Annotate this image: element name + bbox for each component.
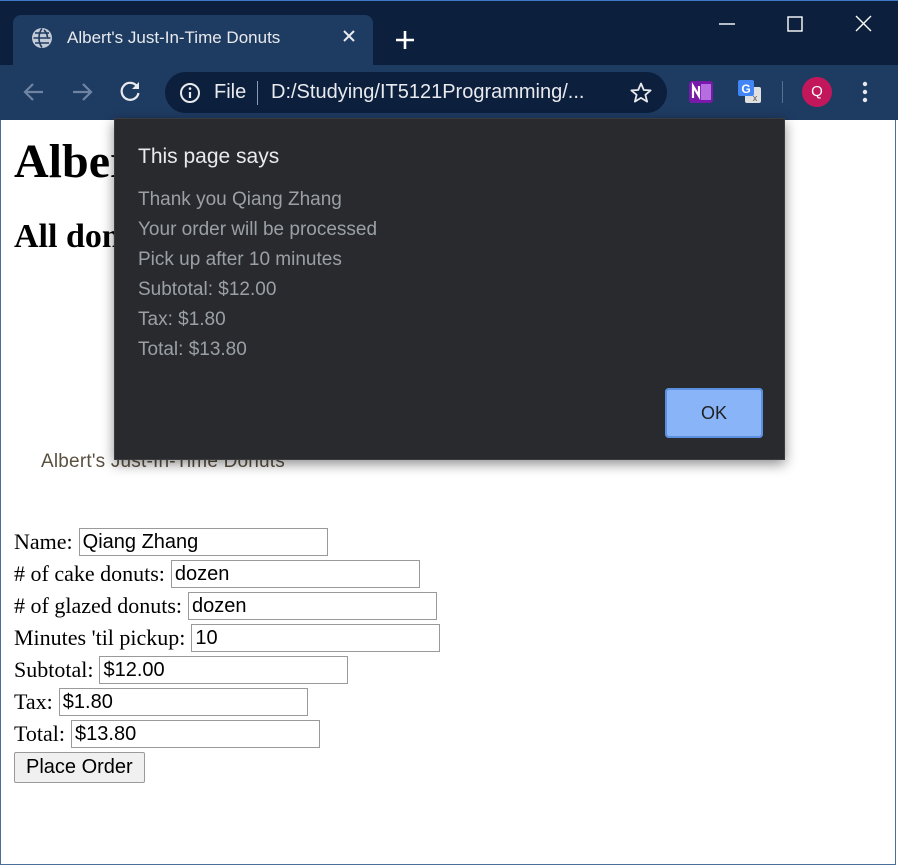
subtotal-label: Subtotal:: [14, 657, 94, 682]
cake-donuts-row: # of cake donuts:: [14, 558, 420, 590]
globe-icon: [32, 28, 52, 48]
cake-donuts-label: # of cake donuts:: [14, 561, 165, 586]
tax-row: Tax:: [14, 686, 308, 718]
alert-dialog: This page says Thank you Qiang Zhang You…: [114, 118, 785, 460]
forward-icon[interactable]: [68, 78, 96, 106]
subtotal-input[interactable]: [99, 656, 349, 684]
browser-toolbar: File D:/Studying/IT5121Programming/... G…: [0, 65, 898, 120]
minutes-input[interactable]: [191, 624, 441, 652]
minutes-label: Minutes 'til pickup:: [14, 625, 186, 650]
ok-button[interactable]: OK: [665, 388, 763, 438]
address-scheme: File: [214, 81, 247, 103]
info-icon[interactable]: [179, 82, 201, 104]
toolbar-divider: [782, 81, 783, 103]
glazed-donuts-input[interactable]: [188, 592, 438, 620]
tab-title: Albert's Just-In-Time Donuts: [67, 28, 281, 47]
dialog-message-line: Tax: $1.80: [138, 309, 226, 330]
glazed-donuts-label: # of glazed donuts:: [14, 593, 183, 618]
dialog-message-line: Thank you Qiang Zhang: [138, 189, 342, 210]
name-row: Name:: [14, 526, 328, 558]
name-input[interactable]: [78, 528, 328, 556]
maximize-icon[interactable]: [780, 11, 810, 41]
dialog-message-line: Your order will be processed: [138, 219, 378, 240]
reload-icon[interactable]: [116, 78, 144, 106]
glazed-donuts-row: # of glazed donuts:: [14, 590, 438, 622]
cake-donuts-input[interactable]: [170, 560, 420, 588]
address-bar[interactable]: File D:/Studying/IT5121Programming/...: [165, 72, 667, 113]
dialog-message-line: Pick up after 10 minutes: [138, 249, 342, 270]
menu-dots-icon[interactable]: [852, 79, 878, 105]
address-url[interactable]: D:/Studying/IT5121Programming/...: [271, 81, 584, 104]
star-icon[interactable]: [629, 81, 653, 105]
profile-avatar[interactable]: Q: [802, 77, 832, 107]
translate-icon[interactable]: G x: [737, 79, 763, 105]
close-icon[interactable]: [339, 26, 359, 46]
dialog-title: This page says: [138, 145, 280, 168]
total-input[interactable]: [71, 720, 321, 748]
minimize-icon[interactable]: [712, 11, 742, 41]
tax-input[interactable]: [58, 688, 308, 716]
dialog-message-line: Subtotal: $12.00: [138, 279, 277, 300]
total-row: Total:: [14, 718, 321, 750]
minutes-row: Minutes 'til pickup:: [14, 622, 441, 654]
svg-text:G: G: [741, 82, 750, 96]
name-label: Name:: [14, 529, 73, 554]
window-close-icon[interactable]: [848, 11, 878, 41]
place-order-button[interactable]: Place Order: [14, 752, 145, 783]
browser-tab[interactable]: Albert's Just-In-Time Donuts: [13, 15, 373, 66]
plus-icon[interactable]: [394, 29, 416, 51]
address-divider: [257, 81, 258, 105]
tax-label: Tax:: [14, 689, 53, 714]
subtotal-row: Subtotal:: [14, 654, 349, 686]
back-icon[interactable]: [20, 78, 48, 106]
browser-titlebar: Albert's Just-In-Time Donuts: [0, 0, 898, 66]
svg-text:x: x: [753, 93, 758, 103]
total-label: Total:: [14, 721, 66, 746]
dialog-message-line: Total: $13.80: [138, 339, 247, 360]
onenote-icon[interactable]: [688, 79, 714, 105]
